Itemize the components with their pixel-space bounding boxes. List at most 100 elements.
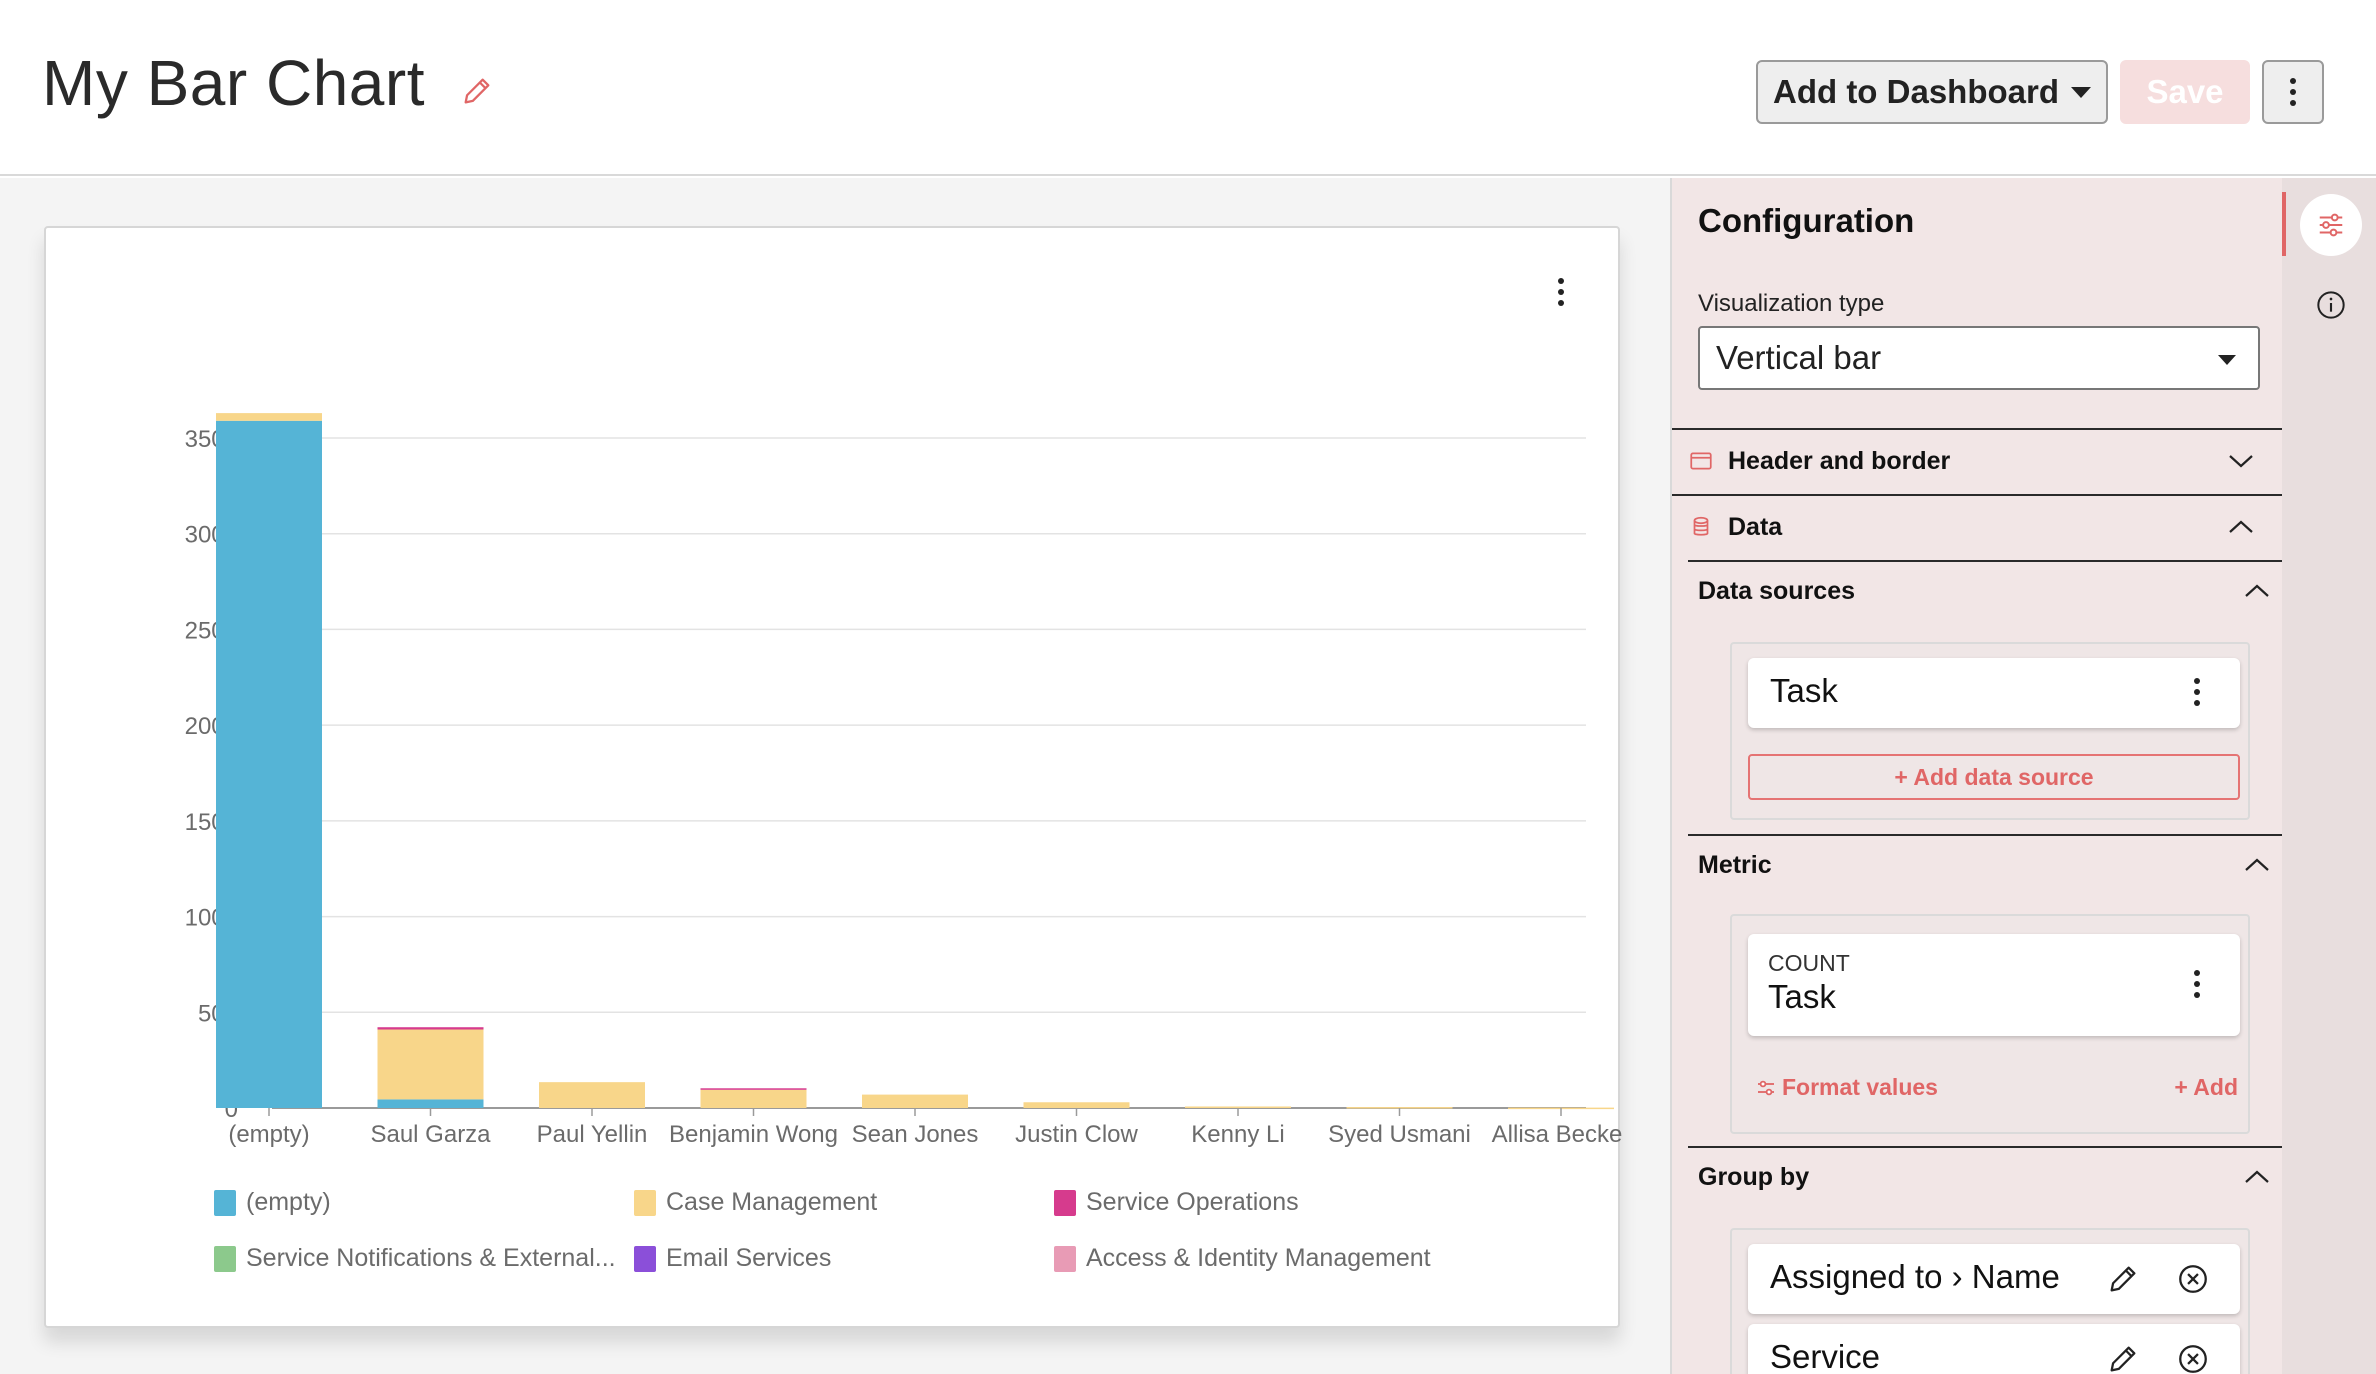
pencil-icon[interactable] (2106, 1262, 2140, 1296)
legend-label: Email Services (666, 1244, 831, 1273)
x-tick-label: (empty) (228, 1121, 309, 1148)
group-by-item[interactable]: Assigned to › Name (1748, 1244, 2240, 1314)
window-icon (1688, 448, 1714, 474)
configuration-tab[interactable] (2300, 194, 2362, 256)
add-metric-link[interactable]: + Add (2174, 1074, 2238, 1101)
metric-field: Task (1768, 978, 1836, 1016)
caret-down-icon (2218, 355, 2236, 365)
legend-item[interactable]: (empty) (214, 1188, 331, 1217)
add-to-dashboard-label: Add to Dashboard (1773, 73, 2059, 111)
chart-card: 0500100015002000250030003500(empty)Saul … (44, 226, 1620, 1328)
data-sources-box: Task + Add data source (1730, 642, 2250, 820)
kebab-icon (2194, 678, 2200, 706)
legend-swatch (214, 1190, 236, 1216)
add-to-dashboard-button[interactable]: Add to Dashboard (1756, 60, 2108, 124)
x-tick-label: Saul Garza (370, 1121, 491, 1148)
bar-segment (539, 1082, 645, 1108)
config-title: Configuration (1698, 202, 1914, 240)
legend-item[interactable]: Service Notifications & External... (214, 1244, 616, 1273)
x-tick-label: Paul Yellin (537, 1121, 648, 1148)
x-tick-label: Kenny Li (1191, 1121, 1284, 1148)
legend-label: Case Management (666, 1188, 877, 1217)
subsection-metric[interactable]: Metric (1688, 834, 2284, 894)
legend-item[interactable]: Email Services (634, 1244, 831, 1273)
viz-type-value: Vertical bar (1716, 339, 1881, 377)
bar-segment (216, 421, 322, 1108)
data-source-menu-button[interactable] (2194, 678, 2200, 706)
chevron-up-icon (2244, 583, 2270, 599)
legend-item[interactable]: Access & Identity Management (1054, 1244, 1431, 1273)
chevron-up-icon (2228, 519, 2254, 535)
bar-segment (701, 1090, 807, 1108)
subsection-group-by[interactable]: Group by (1688, 1146, 2284, 1206)
section-header-border[interactable]: Header and border (1672, 428, 2284, 492)
section-data[interactable]: Data (1672, 494, 2284, 558)
metric-card[interactable]: COUNT Task (1748, 934, 2240, 1036)
bar-segment (1185, 1106, 1291, 1108)
subsection-label: Group by (1698, 1163, 1809, 1192)
more-options-button[interactable] (2262, 60, 2324, 124)
bar-segment (378, 1027, 484, 1029)
x-tick-label: Syed Usmani (1328, 1121, 1471, 1148)
group-by-item[interactable]: Service (1748, 1324, 2240, 1374)
chart-canvas: 0500100015002000250030003500(empty)Saul … (0, 178, 1670, 1374)
remove-circle-icon[interactable] (2176, 1262, 2210, 1296)
configuration-panel: Configuration Visualization type Vertica… (1670, 178, 2282, 1374)
data-source-name: Task (1770, 672, 1838, 710)
group-by-label: Assigned to › Name (1770, 1258, 2060, 1296)
format-values-link[interactable]: Format values (1756, 1074, 1938, 1101)
subsection-label: Data sources (1698, 577, 1855, 606)
group-by-box: Assigned to › Name Service (1730, 1228, 2250, 1374)
right-rail (2282, 178, 2376, 1374)
page-title: My Bar Chart (42, 46, 425, 120)
caret-down-icon (2071, 87, 2091, 98)
x-tick-label: Justin Clow (1015, 1121, 1138, 1148)
viz-type-label: Visualization type (1698, 290, 1884, 318)
x-tick-label: Allisa Becker (1492, 1121, 1622, 1148)
bar-chart: 0500100015002000250030003500(empty)Saul … (46, 228, 1622, 1188)
data-source-card[interactable]: Task (1748, 658, 2240, 728)
legend-swatch (634, 1190, 656, 1216)
chevron-down-icon (2228, 453, 2254, 469)
legend-item[interactable]: Case Management (634, 1188, 877, 1217)
add-data-source-button[interactable]: + Add data source (1748, 754, 2240, 800)
subsection-label: Metric (1698, 851, 1772, 880)
format-values-label: Format values (1782, 1074, 1938, 1101)
edit-title-icon[interactable] (460, 74, 494, 108)
section-label: Data (1728, 513, 1782, 542)
kebab-icon (2290, 78, 2296, 106)
bar-segment (701, 1088, 807, 1090)
legend-item[interactable]: Service Operations (1054, 1188, 1299, 1217)
section-label: Header and border (1728, 447, 1950, 476)
remove-circle-icon[interactable] (2176, 1342, 2210, 1374)
active-indicator (2282, 192, 2286, 256)
database-icon (1688, 514, 1714, 540)
bar-segment (378, 1030, 484, 1100)
x-tick-label: Sean Jones (852, 1121, 979, 1148)
save-button[interactable]: Save (2120, 60, 2250, 124)
top-bar: My Bar Chart Add to Dashboard Save (0, 0, 2376, 176)
metric-aggregate: COUNT (1768, 950, 1850, 977)
info-tab[interactable] (2300, 274, 2362, 336)
bar-segment (378, 1099, 484, 1108)
legend-swatch (1054, 1190, 1076, 1216)
legend-swatch (1054, 1246, 1076, 1272)
metric-box: COUNT Task Format values + Add (1730, 914, 2250, 1134)
bar-segment (862, 1095, 968, 1108)
viz-type-select[interactable]: Vertical bar (1698, 326, 2260, 390)
subsection-data-sources[interactable]: Data sources (1688, 560, 2284, 620)
legend-label: (empty) (246, 1188, 331, 1217)
legend-label: Service Notifications & External... (246, 1244, 616, 1273)
legend-label: Service Operations (1086, 1188, 1299, 1217)
legend-swatch (214, 1246, 236, 1272)
chevron-up-icon (2244, 1169, 2270, 1185)
pencil-icon[interactable] (2106, 1342, 2140, 1374)
group-by-label: Service (1770, 1338, 1880, 1374)
sliders-icon (2316, 210, 2346, 240)
metric-menu-button[interactable] (2194, 970, 2200, 998)
sliders-icon (1756, 1078, 1776, 1098)
bar-segment (216, 413, 322, 421)
kebab-icon (2194, 970, 2200, 998)
x-tick-label: Benjamin Wong (669, 1121, 838, 1148)
bar-segment (1024, 1102, 1130, 1108)
